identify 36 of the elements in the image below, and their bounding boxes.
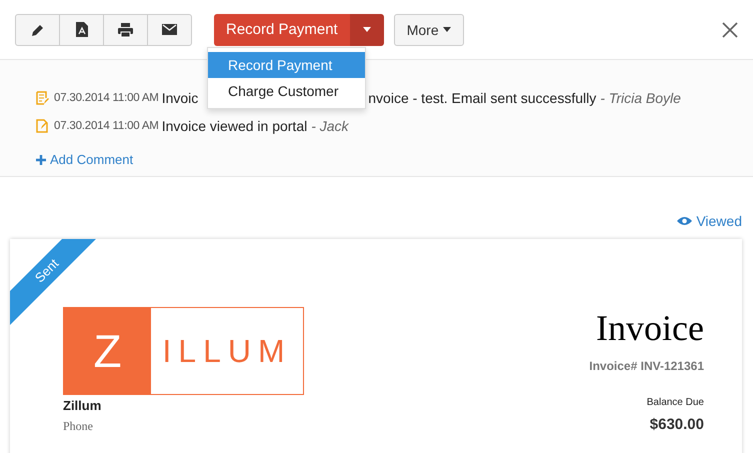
- edit-note-icon: [36, 119, 49, 133]
- note-icon: [36, 91, 49, 105]
- more-button[interactable]: More: [394, 14, 464, 46]
- company-name: Zillum: [63, 398, 102, 413]
- eye-icon: [677, 216, 692, 226]
- history-time: 07.30.2014 11:00 AM: [54, 120, 159, 132]
- mail-button[interactable]: [147, 14, 192, 46]
- menu-item[interactable]: Record Payment: [208, 52, 365, 78]
- company-logo: Z ILLUM: [63, 307, 304, 395]
- caret-icon: [362, 27, 371, 32]
- viewed-link[interactable]: Viewed: [677, 213, 742, 229]
- pencil-icon: [30, 22, 44, 36]
- history-author: - Jack: [311, 118, 349, 134]
- history-message: Invoice viewed in portal: [162, 118, 308, 134]
- balance-label: Balance Due: [646, 397, 704, 408]
- invoice-number: Invoice# INV-121361: [589, 359, 704, 373]
- close-icon[interactable]: [722, 22, 738, 38]
- history-message: Invoic: [162, 90, 198, 106]
- caret-icon: [442, 27, 451, 32]
- pdf-icon: [76, 22, 88, 37]
- history-time: 07.30.2014 11:00 AM: [54, 92, 159, 104]
- print-button[interactable]: [103, 14, 148, 46]
- invoice-title: Invoice: [596, 307, 704, 349]
- pdf-button[interactable]: [59, 14, 104, 46]
- menu-item[interactable]: Charge Customer: [208, 78, 365, 104]
- mail-icon: [162, 24, 177, 35]
- add-comment-link[interactable]: Add Comment: [36, 152, 134, 167]
- phone-label: Phone: [63, 419, 94, 434]
- record-payment-button[interactable]: Record Payment: [214, 14, 350, 46]
- history-message: nvoice - test. Email sent successfully: [368, 90, 596, 106]
- printer-icon: [118, 22, 133, 36]
- balance-amount: $630.00: [650, 416, 704, 433]
- edit-button[interactable]: [15, 14, 60, 46]
- history-author: - Tricia Boyle: [600, 90, 681, 106]
- plus-icon: [36, 154, 46, 164]
- dropdown-toggle-button[interactable]: [350, 14, 384, 46]
